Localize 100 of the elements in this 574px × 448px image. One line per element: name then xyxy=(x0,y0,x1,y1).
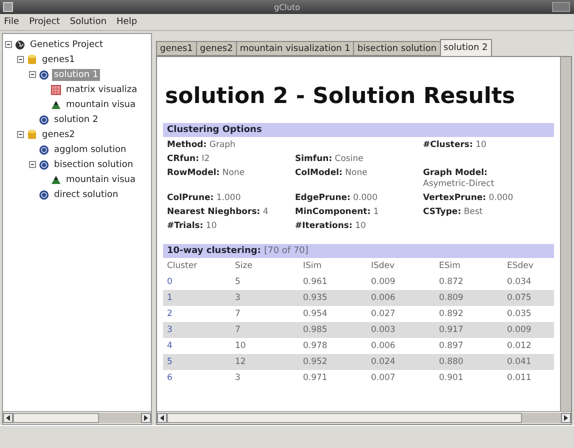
table-cell-text: 0.809 xyxy=(439,293,464,303)
option-text: #Iterations: 10 xyxy=(295,221,367,232)
table-cell-text: 0.978 xyxy=(303,341,328,351)
option-text: EdgePrune: 0.000 xyxy=(295,193,378,204)
menu-item[interactable]: Project xyxy=(29,17,60,27)
tree-item[interactable]: genes2 xyxy=(40,128,77,140)
table-cell-text: 0.027 xyxy=(371,309,396,319)
table-cell-text: 3 xyxy=(235,373,242,383)
table-cell-text: 0.954 xyxy=(303,309,328,319)
tree-item[interactable]: agglom solution xyxy=(52,144,128,156)
table-cell-text: 0.075 xyxy=(507,293,532,303)
matrix-icon xyxy=(51,84,61,94)
option-text: #Trials: 10 xyxy=(167,221,218,232)
table-cell-text: 3 xyxy=(167,325,174,335)
tree-item[interactable]: Genetics Project xyxy=(28,38,106,50)
column-header: Size xyxy=(235,261,254,271)
tab[interactable]: genes2 xyxy=(196,41,237,56)
table-cell-text: 0.935 xyxy=(303,293,328,303)
tab[interactable]: mountain visualization 1 xyxy=(236,41,354,56)
mountain-icon xyxy=(51,174,61,184)
vertical-scrollbar[interactable] xyxy=(560,57,571,411)
table-cell-text: 0.007 xyxy=(371,373,396,383)
tree-item[interactable]: bisection solution xyxy=(52,158,136,170)
tree-item[interactable]: direct solution xyxy=(52,188,120,200)
table-cell-text: 0.952 xyxy=(303,357,328,367)
table-cell-text: 5 xyxy=(235,277,242,287)
page-heading: solution 2 - Solution Results xyxy=(165,83,516,111)
globe-icon xyxy=(15,40,25,50)
column-header: Cluster xyxy=(167,261,198,271)
section-header: Clustering Options xyxy=(163,123,554,137)
collapse-toggle[interactable] xyxy=(17,56,24,63)
option-text: Simfun: Cosine xyxy=(295,154,364,165)
tree-item[interactable]: mountain visua xyxy=(64,98,138,110)
table-cell-text: 0.892 xyxy=(439,309,464,319)
table-cell-text: 0 xyxy=(167,277,174,287)
horizontal-scrollbar[interactable] xyxy=(157,411,571,424)
menu-item[interactable]: File xyxy=(4,17,20,27)
right-arrow-icon[interactable] xyxy=(564,415,568,421)
table-cell-text: 12 xyxy=(235,357,247,367)
tab[interactable]: solution 2 xyxy=(440,39,492,56)
count-text: [70 of 70] xyxy=(264,246,308,256)
column-header: ISdev xyxy=(371,261,396,271)
table-cell-text: 0.034 xyxy=(507,277,532,287)
table-cell-text: 1 xyxy=(167,293,174,303)
option-text: ColPrune: 1.000 xyxy=(167,193,242,204)
table-cell-text: 10 xyxy=(235,341,247,351)
right-arrow-icon[interactable] xyxy=(144,415,148,421)
table-cell-text: 0.009 xyxy=(507,325,532,335)
left-arrow-icon[interactable] xyxy=(160,415,164,421)
column-header: ESim xyxy=(439,261,462,271)
table-cell-text: 0.041 xyxy=(507,357,532,367)
table-cell-text: 0.917 xyxy=(439,325,464,335)
solution-icon xyxy=(39,114,49,124)
left-arrow-icon[interactable] xyxy=(6,415,10,421)
tree-item[interactable]: mountain visua xyxy=(64,174,138,186)
table-cell-text: 0.009 xyxy=(371,277,396,287)
column-header: ESdev xyxy=(507,261,534,271)
option-text: #Clusters: 10 xyxy=(423,140,488,151)
option-text: CSType: Best xyxy=(423,207,484,218)
solution-icon xyxy=(39,190,49,200)
table-cell-text: 0.006 xyxy=(371,341,396,351)
column-header: ISim xyxy=(303,261,323,271)
section-title: 10-way clustering: xyxy=(167,246,261,256)
option-text: RowModel: None xyxy=(167,168,246,180)
table-cell-text: 0.035 xyxy=(507,309,532,319)
table-cell-text: 0.880 xyxy=(439,357,464,367)
mountain-icon xyxy=(51,100,61,110)
tree-item[interactable]: solution 2 xyxy=(52,114,100,126)
table-cell-text: 0.011 xyxy=(507,373,532,383)
table-cell-text: 0.897 xyxy=(439,341,464,351)
table-cell-text: 0.971 xyxy=(303,373,328,383)
option-text: MinComponent: 1 xyxy=(295,207,380,218)
tree-item[interactable]: genes1 xyxy=(40,54,77,66)
menu-item[interactable]: Solution xyxy=(70,17,107,27)
table-cell-text: 0.024 xyxy=(371,357,396,367)
table-cell-text: 6 xyxy=(167,373,174,383)
tree-item[interactable]: matrix visualiza xyxy=(64,84,140,96)
collapse-toggle[interactable] xyxy=(5,41,12,48)
table-cell-text: 0.961 xyxy=(303,277,328,287)
collapse-toggle[interactable] xyxy=(17,131,24,138)
table-cell-text: 3 xyxy=(235,293,242,303)
table-cell-text: 0.006 xyxy=(371,293,396,303)
database-icon xyxy=(27,129,37,140)
table-cell-text: 4 xyxy=(167,341,174,351)
table-cell-text: 0.003 xyxy=(371,325,396,335)
solution-icon xyxy=(39,70,49,80)
menu-item[interactable]: Help xyxy=(116,17,138,27)
tab[interactable]: bisection solution xyxy=(353,41,441,56)
table-cell-text: 0.901 xyxy=(439,373,464,383)
table-cell-text: 7 xyxy=(235,325,242,335)
collapse-toggle[interactable] xyxy=(29,71,36,78)
tab[interactable]: genes1 xyxy=(156,41,197,56)
table-cell-text: 2 xyxy=(167,309,174,319)
collapse-toggle[interactable] xyxy=(29,161,36,168)
option-text: Nearest Nieghbors: 4 xyxy=(167,207,270,218)
horizontal-scrollbar[interactable] xyxy=(3,411,151,424)
option-text: ColModel: None xyxy=(295,168,368,180)
option-text: VertexPrune: 0.000 xyxy=(423,193,514,204)
window-title: gCluto xyxy=(274,2,300,12)
table-cell-text: 0.985 xyxy=(303,325,328,335)
